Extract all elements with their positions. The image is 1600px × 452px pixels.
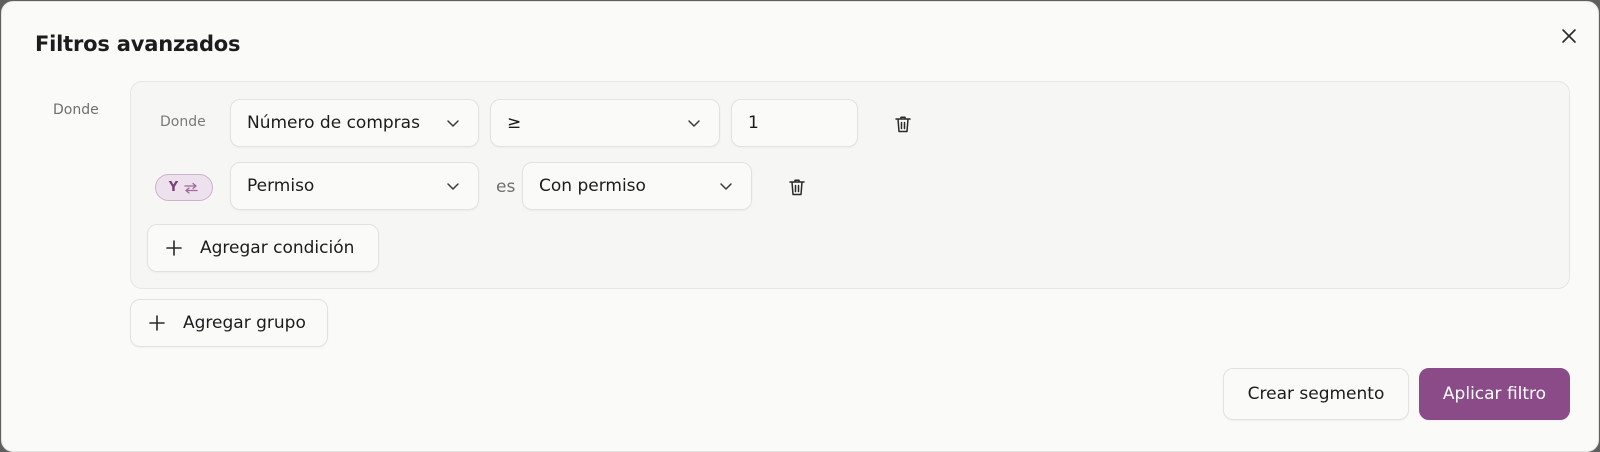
close-button[interactable] — [1557, 24, 1581, 48]
chevron-down-icon — [717, 177, 735, 195]
field-select-purchases[interactable]: Número de compras — [230, 99, 479, 147]
value-input[interactable]: 1 — [731, 99, 858, 147]
chevron-down-icon — [444, 177, 462, 195]
plus-icon — [164, 238, 184, 258]
trash-icon — [895, 116, 911, 133]
operator-select-value: ≥ — [507, 113, 522, 133]
delete-condition-button[interactable] — [891, 112, 915, 136]
and-or-toggle[interactable]: Y — [155, 174, 213, 201]
add-condition-button[interactable]: Agregar condición — [147, 224, 379, 272]
operator-text-es: es — [496, 177, 516, 197]
create-segment-label: Crear segmento — [1247, 384, 1385, 404]
field-select-permission[interactable]: Permiso — [230, 162, 479, 210]
condition-prefix-label: Donde — [160, 114, 206, 130]
permission-select-value: Con permiso — [539, 176, 646, 196]
where-label: Donde — [53, 102, 99, 118]
plus-icon — [147, 313, 167, 333]
advanced-filters-modal: Filtros avanzados Donde Donde Número de … — [1, 1, 1599, 452]
chevron-down-icon — [444, 114, 462, 132]
value-input-text: 1 — [748, 113, 759, 133]
apply-filter-button[interactable]: Aplicar filtro — [1419, 368, 1570, 420]
add-condition-label: Agregar condición — [200, 238, 355, 258]
chevron-down-icon — [685, 114, 703, 132]
swap-arrows-icon — [184, 182, 198, 194]
add-group-button[interactable]: Agregar grupo — [130, 299, 328, 347]
modal-title: Filtros avanzados — [35, 32, 241, 56]
trash-icon — [789, 179, 805, 196]
add-group-label: Agregar grupo — [183, 313, 306, 333]
create-segment-button[interactable]: Crear segmento — [1223, 368, 1409, 420]
connector-label: Y — [168, 180, 179, 195]
operator-select[interactable]: ≥ — [490, 99, 720, 147]
permission-value-select[interactable]: Con permiso — [522, 162, 752, 210]
apply-filter-label: Aplicar filtro — [1442, 384, 1547, 404]
delete-condition-button[interactable] — [785, 175, 809, 199]
field-select-value: Permiso — [247, 176, 315, 196]
close-icon — [1562, 29, 1576, 43]
field-select-value: Número de compras — [247, 113, 420, 133]
